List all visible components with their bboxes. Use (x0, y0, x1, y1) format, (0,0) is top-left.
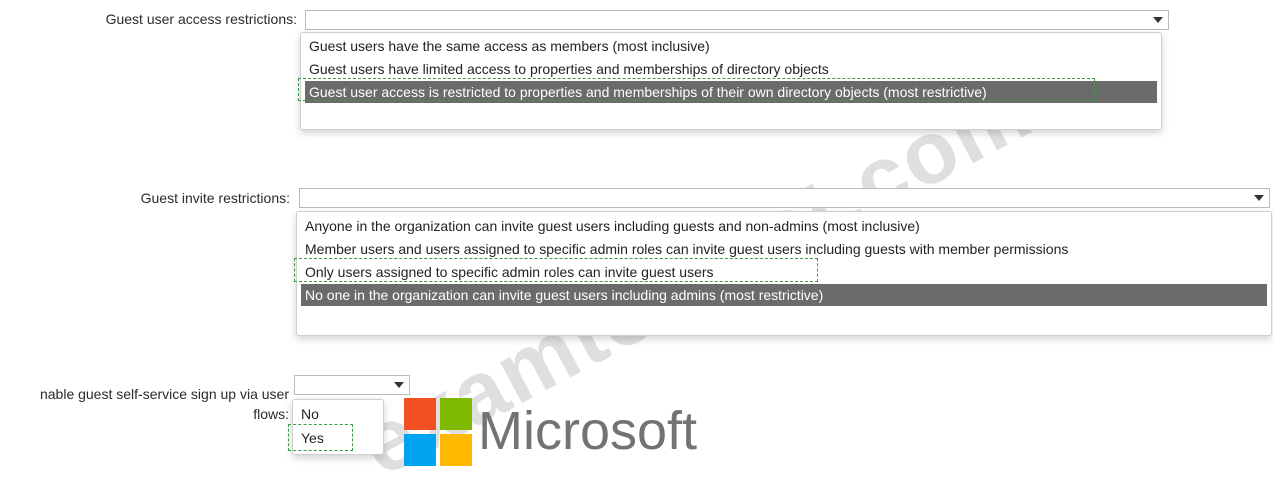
chevron-down-icon[interactable] (1254, 195, 1264, 201)
microsoft-logo-text: Microsoft (478, 401, 698, 461)
guest-invite-option-2[interactable]: Member users and users assigned to speci… (301, 238, 1267, 260)
guest-invite-option-4[interactable]: No one in the organization can invite gu… (301, 284, 1267, 306)
logo-tile-blue (404, 434, 436, 466)
guest-invite-options: Anyone in the organization can invite gu… (296, 211, 1272, 336)
guest-invite-option-1[interactable]: Anyone in the organization can invite gu… (301, 215, 1267, 237)
chevron-down-icon[interactable] (394, 382, 404, 388)
chevron-down-icon[interactable] (1153, 17, 1163, 23)
guest-access-label: Guest user access restrictions: (105, 11, 297, 27)
logo-tile-yellow (440, 434, 472, 466)
self-service-option-no[interactable]: No (297, 403, 379, 425)
self-service-label-line1: nable guest self-service sign up via use… (39, 386, 289, 402)
logo-tile-green (440, 398, 472, 430)
self-service-option-yes[interactable]: Yes (297, 427, 379, 449)
guest-access-option-1[interactable]: Guest users have the same access as memb… (305, 35, 1157, 57)
guest-invite-select[interactable] (299, 188, 1270, 208)
self-service-select[interactable] (294, 375, 410, 395)
guest-access-options: Guest users have the same access as memb… (300, 32, 1162, 130)
guest-invite-label: Guest invite restrictions: (140, 190, 290, 206)
guest-access-select[interactable] (305, 10, 1169, 30)
guest-invite-option-3[interactable]: Only users assigned to specific admin ro… (301, 261, 1267, 283)
self-service-options: No Yes (292, 399, 384, 455)
guest-access-option-2[interactable]: Guest users have limited access to prope… (305, 58, 1157, 80)
self-service-label-line2: flows: (253, 406, 289, 422)
guest-access-option-3[interactable]: Guest user access is restricted to prope… (305, 81, 1157, 103)
microsoft-logo-icon (404, 398, 472, 466)
logo-tile-red (404, 398, 436, 430)
